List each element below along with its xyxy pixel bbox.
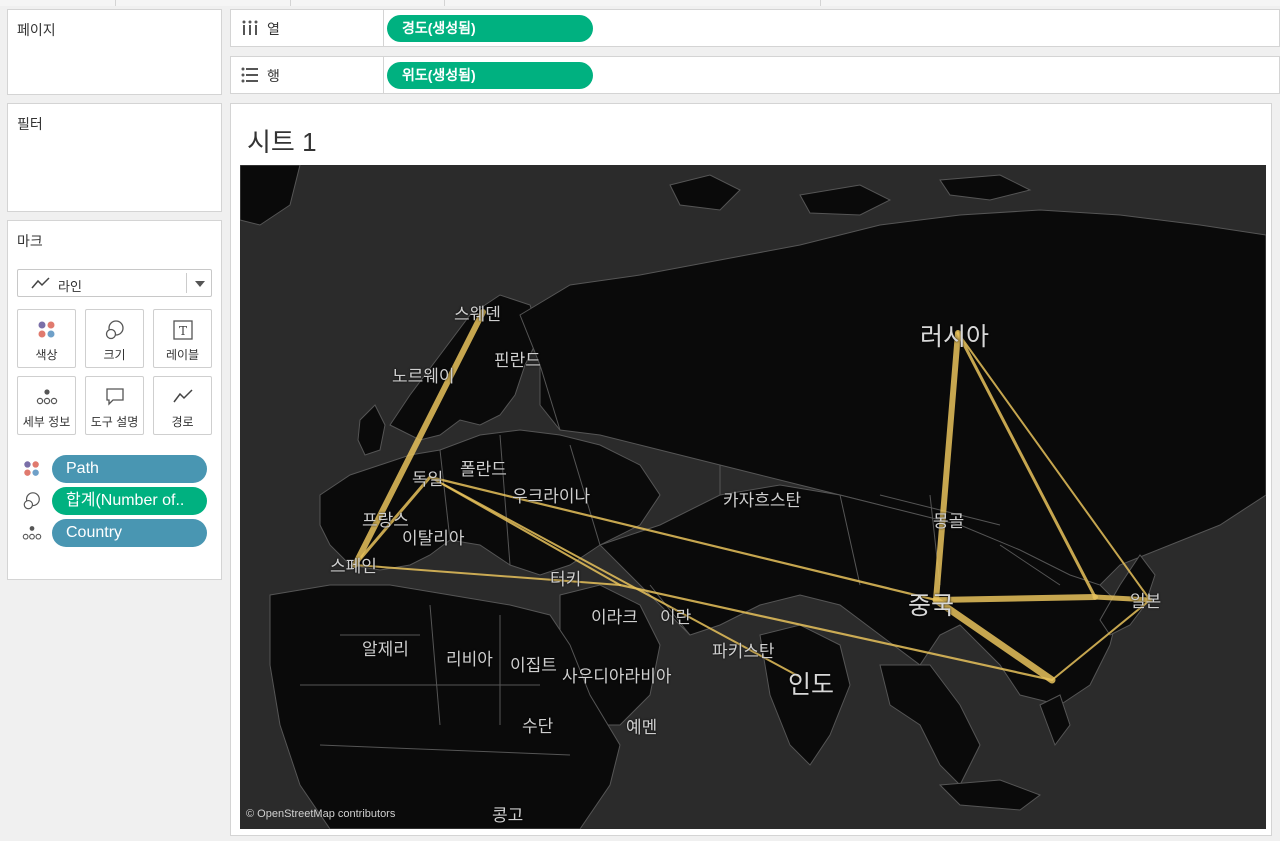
size-button[interactable]: 크기 — [85, 309, 144, 368]
land-arctic-island — [669, 174, 741, 211]
tooltip-icon — [106, 388, 124, 406]
label-button[interactable]: T 레이블 — [153, 309, 212, 368]
map-label-ukraine: 우크라이나 — [512, 487, 591, 506]
land-philippines — [1039, 694, 1071, 747]
map-label-kazakhstan: 카자흐스탄 — [723, 491, 802, 510]
map-label-algeria: 알제리 — [362, 640, 409, 659]
filters-title: 필터 — [17, 116, 43, 132]
svg-text:T: T — [179, 324, 187, 338]
map-label-iran: 이란 — [660, 608, 692, 627]
map-label-india: 인도 — [788, 671, 835, 699]
color-dots-icon — [24, 461, 39, 476]
tooltip-button[interactable]: 도구 설명 — [85, 376, 144, 435]
map-label-mongolia: 몽골 — [933, 512, 965, 531]
top-strip — [0, 0, 1280, 6]
columns-icon — [242, 20, 258, 35]
columns-label: 열 — [267, 21, 280, 37]
land-uk — [357, 404, 386, 456]
map-label-saudi-arabia: 사우디아라비아 — [562, 667, 672, 686]
map-label-yemen: 예멘 — [626, 718, 658, 737]
label-button-label: 레이블 — [165, 348, 200, 362]
map-label-germany: 독일 — [412, 470, 444, 489]
map-label-norway: 노르웨이 — [392, 367, 455, 386]
map-label-iraq: 이라크 — [591, 608, 638, 627]
map-label-sudan: 수단 — [522, 717, 554, 736]
longitude-pill[interactable]: 경도(생성됨) — [387, 15, 593, 42]
marks-card: 마크 라인 색상 크기 T 레이블 세부 정보 도구 설명 경로 Path 합계… — [7, 220, 222, 580]
map-label-egypt: 이집트 — [510, 656, 557, 675]
route-line — [933, 594, 1098, 603]
color-button[interactable]: 색상 — [17, 309, 76, 368]
land-indonesia — [938, 779, 1042, 811]
filters-card[interactable]: 필터 — [7, 103, 222, 212]
map-label-turkey: 터키 — [550, 570, 582, 589]
color-button-label: 색상 — [35, 348, 58, 362]
path-field-pill[interactable]: Path — [52, 455, 207, 483]
pages-title: 페이지 — [17, 22, 56, 38]
mark-type-label: 라인 — [58, 279, 82, 294]
land-arctic-island — [799, 184, 892, 216]
size-button-label: 크기 — [103, 348, 126, 362]
rows-shelf-label: 행 — [231, 57, 384, 93]
text-label-icon: T — [173, 320, 193, 340]
columns-shelf-label: 열 — [231, 10, 384, 46]
path-line-icon — [173, 389, 193, 403]
pages-card[interactable]: 페이지 — [7, 9, 222, 95]
map-label-finland: 핀란드 — [494, 351, 541, 370]
chevron-down-icon[interactable] — [195, 281, 205, 287]
detail-button[interactable]: 세부 정보 — [17, 376, 76, 435]
land-greenland-edge — [240, 165, 301, 226]
line-chart-icon — [31, 277, 50, 289]
map-label-italy: 이탈리아 — [402, 529, 465, 548]
detail-dots-icon — [22, 526, 42, 540]
rows-icon — [241, 67, 258, 83]
columns-shelf[interactable]: 열 경도(생성됨) — [230, 9, 1280, 47]
size-circles-icon — [105, 320, 124, 340]
map-label-sweden: 스웨덴 — [454, 305, 501, 324]
rows-shelf[interactable]: 행 위도(생성됨) — [230, 56, 1280, 94]
map-label-china: 중국 — [908, 592, 955, 620]
map-label-congo: 콩고 — [492, 806, 524, 825]
map-label-poland: 폴란드 — [460, 460, 507, 479]
map-label-libya: 리비아 — [446, 650, 493, 669]
map-attribution: © OpenStreetMap contributors — [246, 808, 396, 820]
mark-type-dropdown[interactable]: 라인 — [17, 269, 212, 297]
detail-button-label: 세부 정보 — [22, 415, 71, 429]
size-circles-icon — [23, 492, 40, 510]
detail-dots-icon — [36, 389, 58, 405]
country-field-pill[interactable]: Country — [52, 519, 207, 547]
number-of-records-pill[interactable]: 합계(Number of.. — [52, 487, 207, 515]
latitude-pill[interactable]: 위도(생성됨) — [387, 62, 593, 89]
marks-title: 마크 — [17, 233, 43, 249]
map-label-spain: 스페인 — [330, 557, 377, 576]
map-label-pakistan: 파키스탄 — [712, 642, 775, 661]
path-button[interactable]: 경로 — [153, 376, 212, 435]
tooltip-button-label: 도구 설명 — [90, 415, 139, 429]
map-view[interactable]: 스웨덴 핀란드 노르웨이 러시아 독일 폴란드 우크라이나 카자흐스탄 프랑스 … — [240, 165, 1266, 829]
map-label-japan: 일본 — [1130, 592, 1162, 611]
sheet-title: 시트 1 — [247, 127, 317, 157]
map-label-russia: 러시아 — [920, 323, 990, 351]
path-button-label: 경로 — [171, 415, 194, 429]
worksheet: 시트 1 스웨덴 핀란드 노르웨이 러시아 독일 폴란드 우크라이나 카자흐스탄… — [230, 103, 1272, 836]
rows-label: 행 — [267, 68, 280, 84]
color-dots-icon — [38, 321, 55, 338]
land-southeast-asia — [879, 664, 981, 786]
land-arctic-island — [939, 174, 1032, 201]
dropdown-divider — [186, 273, 187, 293]
